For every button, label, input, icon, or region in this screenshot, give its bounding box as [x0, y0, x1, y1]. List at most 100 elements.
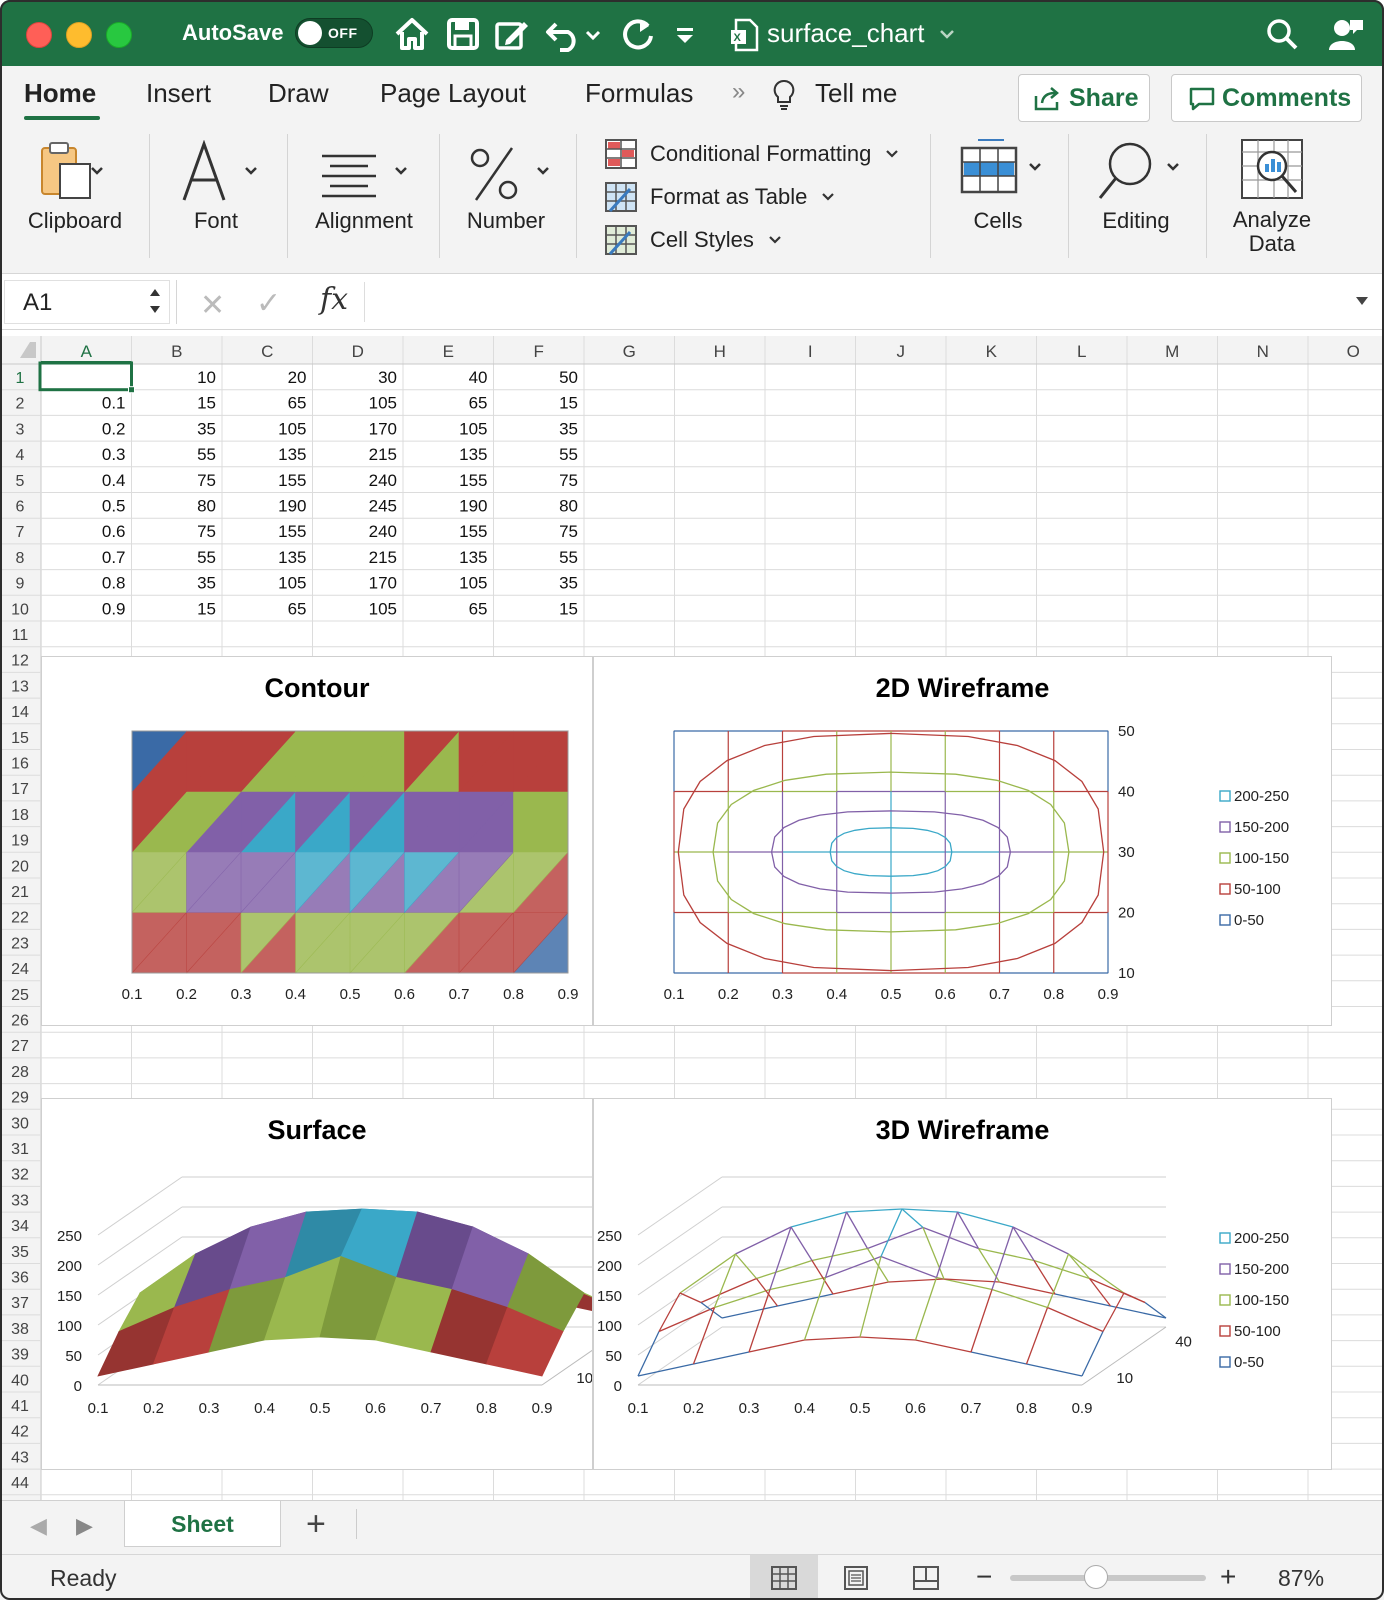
normal-view-button[interactable]	[750, 1555, 818, 1600]
home-icon[interactable]	[392, 14, 432, 54]
editing-group[interactable]: Editing	[1076, 128, 1196, 274]
add-sheet-button[interactable]: +	[306, 1505, 326, 1544]
page-layout-view-button[interactable]	[822, 1555, 890, 1600]
more-tabs-icon[interactable]: »	[732, 78, 745, 106]
autosave-toggle[interactable]: OFF	[295, 18, 373, 48]
magnifier-icon	[1098, 142, 1179, 199]
wireframe-3d-chart[interactable]: 3D Wireframe 0 50 100 150 200 250 0.1 0.2 0.3 0.4…	[593, 1098, 1332, 1470]
zoom-window-button[interactable]	[106, 22, 132, 48]
check-icon[interactable]: ✓	[256, 286, 281, 321]
legend-swatch	[1219, 1356, 1231, 1368]
divider	[1068, 134, 1069, 258]
save-icon[interactable]	[443, 14, 483, 54]
x-tick-label: 0.9	[532, 1400, 553, 1417]
contour-plot-area: 0.1 0.2 0.3 0.4 0.5 0.6 0.7 0.8 0.9	[122, 730, 578, 1003]
search-icon[interactable]	[1262, 14, 1302, 54]
x-tick-label: 0.5	[340, 986, 361, 1003]
column-header-k: K	[986, 342, 998, 361]
wire-segment	[735, 1253, 757, 1279]
tab-formulas[interactable]: Formulas	[585, 78, 693, 109]
tab-page-layout[interactable]: Page Layout	[380, 78, 526, 109]
cancel-icon[interactable]: ✕	[200, 288, 225, 323]
zoom-slider[interactable]	[1010, 1575, 1206, 1581]
wireframe-2d-chart[interactable]: 2D Wireframe 0.1 0.2 0.3 0.4 0.5 0.6 0.7 0.8 0.9…	[593, 656, 1332, 1026]
wire-segment	[679, 1292, 702, 1304]
zoom-in-button[interactable]: +	[1220, 1561, 1236, 1593]
wire-segment	[922, 1226, 979, 1250]
tab-draw[interactable]: Draw	[268, 78, 329, 109]
document-title[interactable]: surface_chart	[767, 18, 925, 49]
zoom-level[interactable]: 87%	[1278, 1565, 1324, 1592]
undo-dropdown-icon[interactable]	[584, 14, 602, 54]
sheet-tab[interactable]: Sheet	[124, 1501, 281, 1547]
lightbulb-icon	[773, 79, 795, 110]
tab-home[interactable]: Home	[24, 78, 96, 109]
x-tick-label: 0.1	[664, 986, 685, 1003]
account-icon[interactable]	[1326, 14, 1366, 54]
cell-value: 15	[197, 394, 216, 413]
x-tick-label: 0.1	[628, 1400, 649, 1417]
cell-value: 15	[197, 599, 216, 618]
page-break-view-button[interactable]	[892, 1555, 960, 1600]
font-icon	[182, 140, 257, 201]
worksheet-grid[interactable]: A B C D E F G H I J K L M N O 1 2 3 4 5 6 7 8 9 10 11 12 13 14 15 16 17…	[0, 336, 1384, 1500]
zoom-slider-thumb[interactable]	[1084, 1565, 1109, 1589]
share-button[interactable]: Share	[1018, 74, 1150, 122]
cell-value: 75	[559, 471, 578, 490]
chevron-down-icon[interactable]	[937, 14, 957, 54]
editing-label: Editing	[1102, 208, 1170, 233]
z-tick-label: 50	[605, 1348, 622, 1365]
name-box-stepper-icon[interactable]	[148, 284, 162, 318]
x-tick-label: 0.1	[122, 986, 143, 1003]
row-header: 41	[11, 1398, 29, 1415]
clipboard-group[interactable]: Clipboard	[14, 128, 136, 274]
autosave-state: OFF	[328, 25, 358, 41]
name-box[interactable]: A1	[4, 280, 170, 324]
wire-segment	[811, 1247, 868, 1262]
formula-input[interactable]	[364, 282, 1344, 322]
comments-label: Comments	[1222, 83, 1352, 112]
clipboard-label: Clipboard	[27, 208, 123, 233]
minimize-window-button[interactable]	[66, 22, 92, 48]
font-group[interactable]: Font	[160, 128, 272, 274]
cell-value: 0.3	[102, 445, 126, 464]
font-label: Font	[193, 208, 239, 233]
number-group[interactable]: Number	[446, 128, 566, 274]
close-window-button[interactable]	[26, 22, 52, 48]
surface-chart[interactable]: Surface 0 50 100 150 200 250 0.1 0.2 0.3 0.4 0.5 0.…	[41, 1098, 593, 1470]
expand-formula-bar-icon[interactable]	[1355, 296, 1369, 306]
wire-segment	[901, 1208, 958, 1213]
wireframe-2d-plot-area: 0.1 0.2 0.3 0.4 0.5 0.6 0.7 0.8 0.9 10 20 30 40 50 200…	[664, 723, 1289, 1003]
x-tick-label: 0.7	[989, 986, 1010, 1003]
x-tick-label: 0.9	[1072, 1400, 1093, 1417]
cell-value: 155	[278, 522, 306, 541]
tell-me-search[interactable]: Tell me	[815, 78, 897, 109]
contour-chart[interactable]: Contour 0.1 0.2 0.3 0.4 0.5 0.6 0.7 0.8 0.9	[41, 656, 593, 1026]
cells-icon	[960, 139, 1041, 194]
column-header-b: B	[171, 342, 182, 361]
depth-tick-label: 40	[1175, 1334, 1192, 1351]
previous-sheet-icon[interactable]: ◀	[30, 1513, 47, 1539]
tab-insert[interactable]: Insert	[146, 78, 211, 109]
next-sheet-icon[interactable]: ▶	[76, 1513, 93, 1539]
comments-button[interactable]: Comments	[1171, 74, 1362, 122]
customize-toolbar-icon[interactable]	[670, 14, 700, 54]
edit-icon[interactable]	[492, 14, 532, 54]
cell-value: 135	[459, 548, 487, 567]
cell-value: 80	[197, 497, 216, 516]
undo-icon[interactable]	[544, 14, 584, 54]
cells-label: Cells	[973, 208, 1023, 233]
format-as-table-button[interactable]: Format as Table	[604, 181, 835, 213]
cells-group[interactable]: Cells	[940, 128, 1056, 274]
alignment-group[interactable]: Alignment	[296, 128, 432, 274]
analyze-data-button[interactable]: Analyze Data	[1212, 128, 1332, 274]
row-header: 13	[11, 678, 29, 695]
insert-function-icon[interactable]: fx	[320, 282, 348, 317]
row-header: 36	[11, 1270, 29, 1287]
column-header-c: C	[261, 342, 273, 361]
cell-value: 35	[197, 419, 216, 438]
cell-styles-button[interactable]: Cell Styles	[604, 224, 782, 256]
zoom-out-button[interactable]: −	[976, 1561, 992, 1593]
redo-icon[interactable]	[618, 14, 658, 54]
conditional-formatting-button[interactable]: Conditional Formatting	[604, 138, 899, 170]
